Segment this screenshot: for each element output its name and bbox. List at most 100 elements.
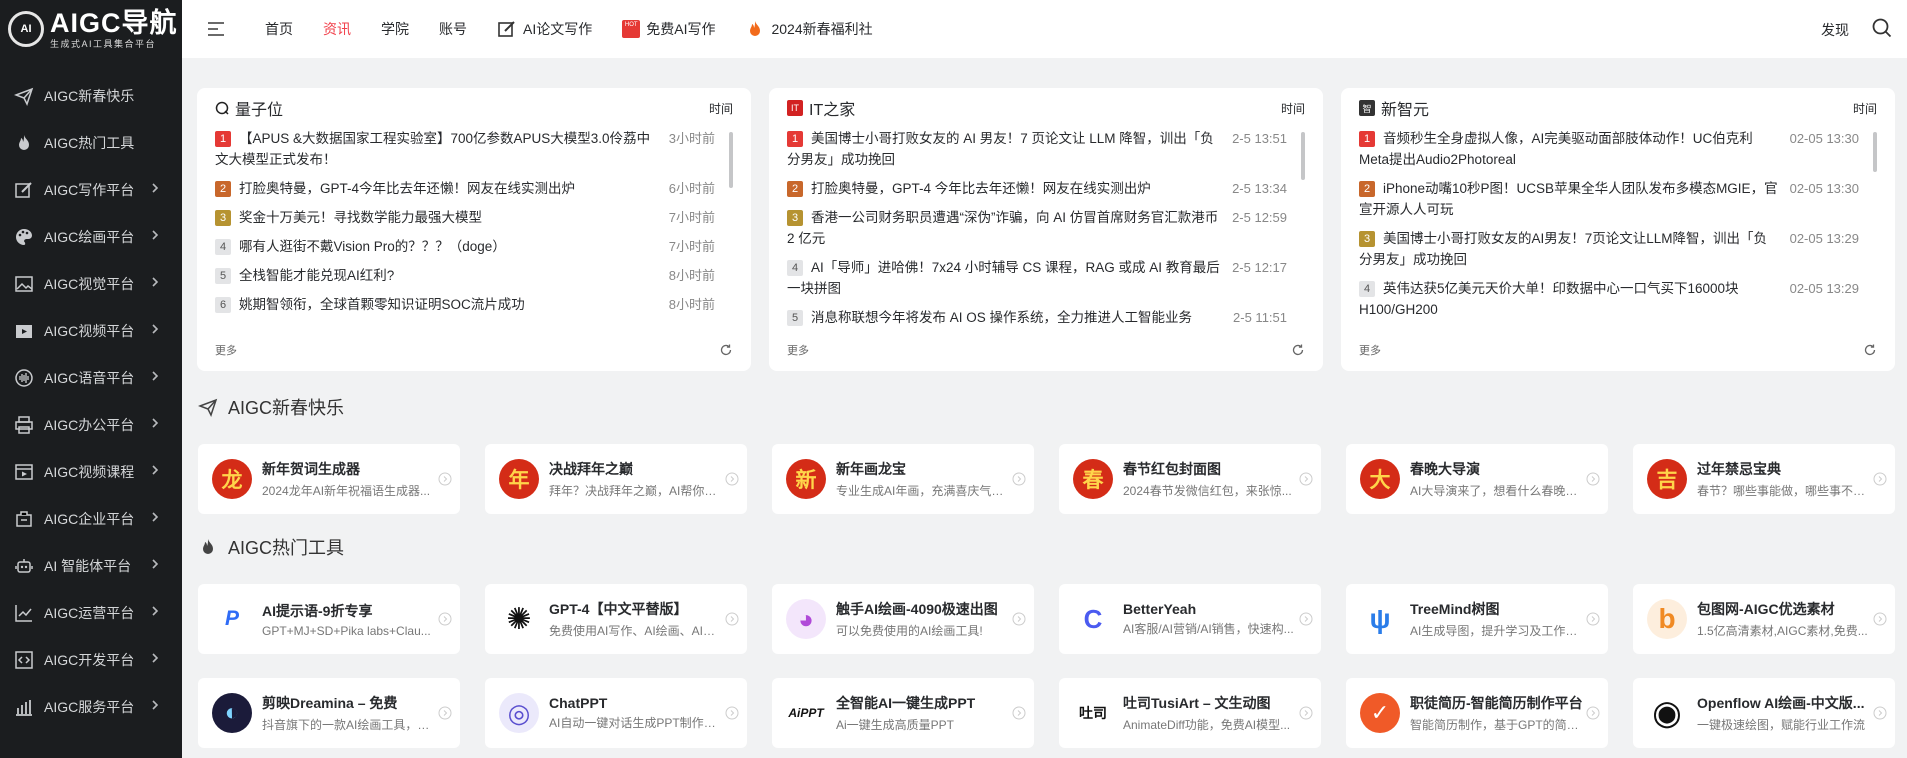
topnav-label: 账号 [439,21,467,37]
arrow-right-circle-icon[interactable] [438,706,452,720]
arrow-right-circle-icon[interactable] [1012,612,1026,626]
arrow-right-circle-icon[interactable] [1873,706,1887,720]
tool-card[interactable]: 大 春晚大导演 AI大导演来了，想看什么春晚？... [1346,444,1608,514]
news-title: 打脸奥特曼，GPT-4今年比去年还懒！网友在线实测出炉 [239,181,576,196]
news-item[interactable]: 4 AI「导师」进哈佛！7x24 小时辅导 CS 课程，RAG 或成 AI 教育最… [787,257,1287,299]
tool-card[interactable]: ◉ Openflow AI绘画-中文版... 一键极速绘图，赋能行业工作流 [1633,678,1895,748]
arrow-right-circle-icon[interactable] [1012,472,1026,486]
topnav-account[interactable]: 账号 [424,0,482,58]
arrow-right-circle-icon[interactable] [1586,706,1600,720]
arrow-right-circle-icon[interactable] [1586,612,1600,626]
sidebar-item-painting[interactable]: AIGC绘画平台 [0,213,182,260]
tool-card[interactable]: ◐ 剪映Dreamina – 免费 抖音旗下的一款AI绘画工具，能... [198,678,460,748]
sidebar-item-courses[interactable]: AIGC视频课程 [0,448,182,495]
news-item[interactable]: 2 iPhone动嘴10秒P图！UCSB苹果全华人团队发布多模态MGIE，官宣开源… [1359,178,1859,220]
news-item[interactable]: 4 英伟达获5亿美元天价大单！印数据中心一口气买下16000块H100/GH200… [1359,278,1859,320]
sidebar-item-services[interactable]: AIGC服务平台 [0,683,182,730]
search-icon[interactable] [1871,17,1893,39]
arrow-right-circle-icon[interactable] [1299,612,1313,626]
sidebar-item-hot-tools[interactable]: AIGC热门工具 [0,119,182,166]
tool-desc: 可以免费使用的AI绘画工具! [836,624,983,638]
topnav-academy[interactable]: 学院 [366,0,424,58]
sidebar-item-agents[interactable]: AI 智能体平台 [0,542,182,589]
sidebar-item-new-year[interactable]: AIGC新春快乐 [0,72,182,119]
scrollbar[interactable] [729,132,733,188]
arrow-right-circle-icon[interactable] [438,472,452,486]
sidebar-item-voice[interactable]: AIGC语音平台 [0,354,182,401]
more-link[interactable]: 更多 [215,342,237,358]
refresh-icon[interactable] [719,343,733,357]
news-source-title[interactable]: 量子位 [215,96,283,120]
chevron-right-icon [148,604,162,618]
news-item[interactable]: 3 奖金十万美元！寻找数学能力最强大模型 7小时前 [215,207,715,228]
tool-card[interactable]: ✓ 职徒简历-智能简历制作平台 智能简历制作，基于GPT的简历... [1346,678,1608,748]
tool-card[interactable]: 吐司 吐司TusiArt – 文生动图 AnimateDiff功能，免费AI模型.… [1059,678,1321,748]
tool-card[interactable]: C BetterYeah AI客服/AI营销/AI销售，快速构... [1059,584,1321,654]
tool-card[interactable]: ψ TreeMind树图 AI生成导图，提升学习及工作效... [1346,584,1608,654]
arrow-right-circle-icon[interactable] [438,612,452,626]
topnav-free-writing[interactable]: HOT 免费AI写作 [607,0,730,58]
news-item[interactable]: 3 香港一公司财务职员遭遇“深伪”诈骗，向 AI 仿冒首席财务官汇款港币 2 亿元… [787,207,1287,249]
news-item[interactable]: 6 姚期智领衔，全球首颗零知识证明SOC流片成功 8小时前 [215,294,715,315]
arrow-right-circle-icon[interactable] [725,612,739,626]
tool-card[interactable]: ◕ 触手AI绘画-4090极速出图 可以免费使用的AI绘画工具! [772,584,1034,654]
tool-card[interactable]: 新 新年画龙宝 专业生成AI年画，充满喜庆气氛... [772,444,1034,514]
sidebar-item-vision[interactable]: AIGC视觉平台 [0,260,182,307]
scrollbar[interactable] [1301,132,1305,180]
topnav-new-year-welfare[interactable]: 2024新春福利社 [730,0,887,58]
time-sort-label[interactable]: 时间 [1853,100,1877,117]
topnav-home[interactable]: 首页 [250,0,308,58]
sidebar-item-writing[interactable]: AIGC写作平台 [0,166,182,213]
sidebar-item-enterprise[interactable]: AIGC企业平台 [0,495,182,542]
sidebar-item-development[interactable]: AIGC开发平台 [0,636,182,683]
tool-card[interactable]: ✺ GPT-4【中文平替版】 免费使用AI写作、AI绘画、AI问... [485,584,747,654]
time-sort-label[interactable]: 时间 [1281,100,1305,117]
news-list[interactable]: 1 【APUS &大数据国家工程实验室】700亿参数APUS大模型3.0伶荔中文大… [215,128,733,332]
scrollbar[interactable] [1873,132,1877,172]
news-source-title[interactable]: 智 新智元 [1359,96,1429,120]
arrow-right-circle-icon[interactable] [725,706,739,720]
paper-plane-icon [198,398,218,417]
menu-toggle-icon[interactable] [206,18,228,40]
news-item[interactable]: 1 【APUS &大数据国家工程实验室】700亿参数APUS大模型3.0伶荔中文大… [215,128,715,170]
tool-card[interactable]: ◎ ChatPPT AI自动一键对话生成PPT制作，... [485,678,747,748]
tool-card[interactable]: 龙 新年贺词生成器 2024龙年AI新年祝福语生成器... [198,444,460,514]
tool-card[interactable]: AiPPT 全智能AI一键生成PPT Ai一键生成高质量PPT [772,678,1034,748]
topnav-news[interactable]: 资讯 [308,0,366,58]
news-item[interactable]: 5 全栈智能才能兑现AI红利? 8小时前 [215,265,715,286]
news-item[interactable]: 2 打脸奥特曼，GPT-4 今年比去年还懒！网友在线实测出炉 2-5 13:34 [787,178,1287,199]
tool-card[interactable]: 吉 过年禁忌宝典 春节？哪些事能做，哪些事不能... [1633,444,1895,514]
arrow-right-circle-icon[interactable] [1586,472,1600,486]
arrow-right-circle-icon[interactable] [1873,472,1887,486]
topnav-ai-paper[interactable]: AI论文写作 [482,0,607,58]
discover-link[interactable]: 发现 [1821,20,1849,40]
news-item[interactable]: 1 音频秒生全身虚拟人像，AI完美驱动面部肢体动作！UC伯克利Meta提出Audi… [1359,128,1859,170]
more-link[interactable]: 更多 [787,342,809,358]
rank-badge: 2 [215,181,231,197]
arrow-right-circle-icon[interactable] [1012,706,1026,720]
arrow-right-circle-icon[interactable] [1299,706,1313,720]
news-list[interactable]: 1 美国博士小哥打败女友的 AI 男友！7 页论文让 LLM 降智，训出「负分男友… [787,128,1305,332]
tool-card[interactable]: 春 春节红包封面图 2024春节发微信红包，来张惊... [1059,444,1321,514]
site-logo[interactable]: AI AIGC导航 生成式AI工具集合平台 [0,0,182,58]
news-item[interactable]: 1 美国博士小哥打败女友的 AI 男友！7 页论文让 LLM 降智，训出「负分男友… [787,128,1287,170]
tool-card[interactable]: P AI提示语-9折专享 GPT+MJ+SD+Pika labs+Clau... [198,584,460,654]
news-list[interactable]: 1 音频秒生全身虚拟人像，AI完美驱动面部肢体动作！UC伯克利Meta提出Audi… [1359,128,1877,332]
sidebar-item-operations[interactable]: AIGC运营平台 [0,589,182,636]
refresh-icon[interactable] [1863,343,1877,357]
more-link[interactable]: 更多 [1359,342,1381,358]
arrow-right-circle-icon[interactable] [1299,472,1313,486]
arrow-right-circle-icon[interactable] [1873,612,1887,626]
tool-card[interactable]: 年 决战拜年之巅 拜年？决战拜年之巅，AI帮你提... [485,444,747,514]
tool-card[interactable]: b 包图网-AIGC优选素材 1.5亿高清素材,AIGC素材,免费... [1633,584,1895,654]
sidebar-item-video[interactable]: AIGC视频平台 [0,307,182,354]
news-source-title[interactable]: IT IT之家 [787,96,855,120]
news-item[interactable]: 5 消息称联想今年将发布 AI OS 操作系统，全力推进人工智能业务 2-5 11:… [787,307,1287,328]
arrow-right-circle-icon[interactable] [725,472,739,486]
sidebar-item-office[interactable]: AIGC办公平台 [0,401,182,448]
time-sort-label[interactable]: 时间 [709,100,733,117]
news-item[interactable]: 2 打脸奥特曼，GPT-4今年比去年还懒！网友在线实测出炉 6小时前 [215,178,715,199]
news-item[interactable]: 3 美国博士小哥打败女友的AI男友！7页论文让LLM降智，训出「负分男友」成功挽回… [1359,228,1859,270]
news-item[interactable]: 4 哪有人逛街不戴Vision Pro的？？？（doge） 7小时前 [215,236,715,257]
refresh-icon[interactable] [1291,343,1305,357]
